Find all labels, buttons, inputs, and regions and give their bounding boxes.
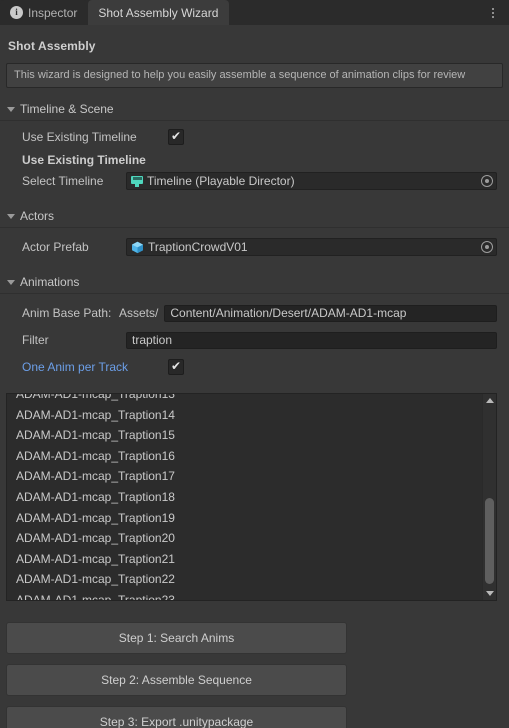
anim-list: ADAM-AD1-mcap_Traption13 ADAM-AD1-mcap_Tr… [7,394,481,600]
tab-inspector[interactable]: i Inspector [0,0,89,25]
objectfield-actor-prefab-value: TraptionCrowdV01 [148,240,248,254]
button-step-3-export-unitypackage[interactable]: Step 3: Export .unitypackage [6,706,347,728]
button-step-2-assemble-sequence[interactable]: Step 2: Assemble Sequence [6,664,347,696]
anim-list-item[interactable]: ADAM-AD1-mcap_Traption13 [7,394,481,405]
divider [0,120,509,121]
row-filter: Filter traption [0,330,509,350]
checkmark-icon: ✔ [171,129,182,143]
anim-list-item[interactable]: ADAM-AD1-mcap_Traption19 [7,508,481,529]
label-anim-base-path: Anim Base Path: [22,306,112,320]
anim-list-item[interactable]: ADAM-AD1-mcap_Traption16 [7,446,481,467]
timeline-director-icon [131,175,143,187]
kebab-menu-icon[interactable] [485,4,501,22]
help-box: This wizard is designed to help you easi… [6,63,503,88]
input-filter[interactable]: traption [126,331,497,349]
row-actor-prefab: Actor Prefab TraptionCrowdV01 [0,237,509,257]
scroll-up-arrow-icon[interactable] [485,398,494,403]
label-select-timeline: Select Timeline [22,174,104,188]
scroll-down-arrow-icon[interactable] [485,591,494,596]
row-one-anim-per-track: One Anim per Track ✔ [0,357,509,377]
section-title-actors: Actors [20,208,55,223]
row-anim-base-path: Anim Base Path: Assets/ Content/Animatio… [0,303,509,323]
label-actor-prefab: Actor Prefab [22,240,89,254]
object-picker-icon[interactable] [481,175,493,187]
section-header-timeline-scene[interactable]: Timeline & Scene [0,100,509,117]
input-anim-base-path[interactable]: Content/Animation/Desert/ADAM-AD1-mcap [164,304,497,322]
tab-inspector-label: Inspector [28,5,78,20]
anim-list-item[interactable]: ADAM-AD1-mcap_Traption14 [7,405,481,426]
page-title: Shot Assembly [8,39,96,53]
prefab-cube-icon [131,241,144,254]
step-button-stack: Step 1: Search Anims Step 2: Assemble Se… [6,622,347,728]
anim-list-item[interactable]: ADAM-AD1-mcap_Traption15 [7,425,481,446]
row-use-existing-timeline: Use Existing Timeline ✔ [0,127,509,147]
section-header-actors[interactable]: Actors [0,207,509,224]
objectfield-select-timeline-value: Timeline (Playable Director) [147,174,295,188]
shot-assembly-wizard-window: i Inspector Shot Assembly Wizard Shot As… [0,0,509,728]
label-filter: Filter [22,333,49,347]
row-select-timeline: Select Timeline Timeline (Playable Direc… [0,171,509,191]
anim-list-item[interactable]: ADAM-AD1-mcap_Traption20 [7,528,481,549]
label-assets-prefix: Assets/ [119,306,159,320]
info-icon: i [10,6,23,19]
object-picker-icon[interactable] [481,241,493,253]
divider [0,293,509,294]
label-one-anim-per-track[interactable]: One Anim per Track [22,360,168,374]
tab-shot-assembly-wizard-label: Shot Assembly Wizard [98,5,219,20]
anim-list-box[interactable]: ADAM-AD1-mcap_Traption13 ADAM-AD1-mcap_Tr… [6,393,497,601]
objectfield-actor-prefab[interactable]: TraptionCrowdV01 [126,238,497,256]
anim-list-item[interactable]: ADAM-AD1-mcap_Traption17 [7,466,481,487]
subheading-use-existing-timeline: Use Existing Timeline [22,153,146,167]
foldout-triangle-icon [7,279,15,285]
section-title-animations: Animations [20,274,80,289]
anim-list-item[interactable]: ADAM-AD1-mcap_Traption23 [7,590,481,600]
checkmark-icon: ✔ [171,359,182,373]
checkbox-use-existing-timeline[interactable]: ✔ [168,129,184,145]
checkbox-one-anim-per-track[interactable]: ✔ [168,359,184,375]
anim-list-item[interactable]: ADAM-AD1-mcap_Traption22 [7,569,481,590]
anim-list-item[interactable]: ADAM-AD1-mcap_Traption18 [7,487,481,508]
divider [0,227,509,228]
scrollbar-thumb[interactable] [485,498,494,584]
anim-list-item[interactable]: ADAM-AD1-mcap_Traption21 [7,549,481,570]
section-header-animations[interactable]: Animations [0,273,509,290]
foldout-triangle-icon [7,213,15,219]
tab-bar: i Inspector Shot Assembly Wizard [0,0,509,25]
tab-shot-assembly-wizard[interactable]: Shot Assembly Wizard [88,0,230,25]
objectfield-select-timeline[interactable]: Timeline (Playable Director) [126,172,497,190]
row-use-existing-timeline-subheading: Use Existing Timeline [0,152,509,168]
wizard-content: Shot Assembly This wizard is designed to… [0,25,509,728]
foldout-triangle-icon [7,106,15,112]
section-title-timeline-scene: Timeline & Scene [20,101,114,116]
label-use-existing-timeline: Use Existing Timeline [22,130,137,144]
anim-list-viewport: ADAM-AD1-mcap_Traption13 ADAM-AD1-mcap_Tr… [7,394,481,600]
anim-list-scrollbar[interactable] [482,394,496,600]
button-step-1-search-anims[interactable]: Step 1: Search Anims [6,622,347,654]
